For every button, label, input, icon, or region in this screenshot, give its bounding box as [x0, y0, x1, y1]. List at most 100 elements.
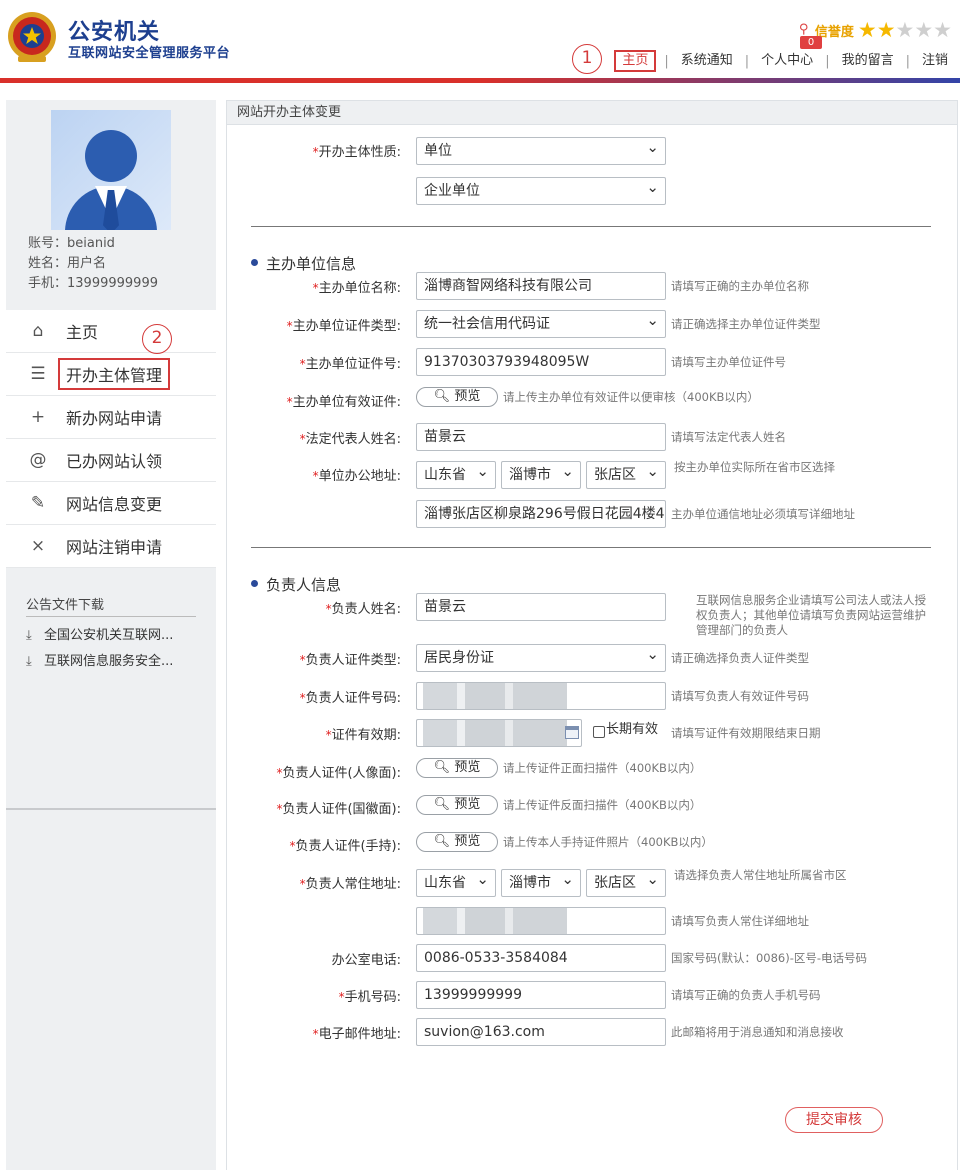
nature-select[interactable]: 单位 [416, 137, 666, 165]
home-province-select[interactable]: 山东省 [416, 869, 496, 897]
download-icon: ⤓ [26, 654, 32, 669]
sidebar-item-entity-management[interactable]: ☰ 开办主体管理 [6, 353, 216, 396]
sidebar-item-label: 网站信息变更 [66, 495, 163, 514]
sidebar-item-change-site[interactable]: ✎ 网站信息变更 [6, 482, 216, 525]
download-title: 公告文件下载 [26, 598, 105, 613]
cert-hand-hint: 请上传本人手持证件照片（400KB以内） [503, 835, 713, 849]
sidebar-item-cancel-site[interactable]: × 网站注销申请 [6, 525, 216, 568]
header: 公安机关 互联网站安全管理服务平台 ⚲ 信誉度 ★ ★ ★ ★ ★ 0 主页 |… [0, 0, 960, 83]
office-address-hint: 按主办单位实际所在省市区选择 [674, 460, 835, 474]
office-province-select[interactable]: 山东省 [416, 461, 496, 489]
at-icon: @ [29, 450, 47, 470]
sidebar: 账号：beianid 姓名：用户名 手机：13999999999 ⌂ 主页 ☰ … [6, 100, 216, 1170]
sponsor-idtype-select[interactable]: 统一社会信用代码证 [416, 310, 666, 338]
owner-idtype-label: *负责人证件类型: [299, 653, 401, 668]
list-icon: ☰ [30, 364, 46, 384]
mobile-hint: 请填写正确的负责人手机号码 [671, 988, 821, 1002]
owner-section-title: 负责人信息 [251, 574, 341, 595]
cert-back-label: *负责人证件(国徽面): [276, 802, 401, 817]
download-link[interactable]: ⤓ 全国公安机关互联网... [26, 624, 173, 643]
office-tel-hint: 国家号码(默认：0086)-区号-电话号码 [671, 951, 868, 965]
home-city-select[interactable]: 淄博市 [501, 869, 581, 897]
owner-name-label: *负责人姓名: [325, 602, 401, 617]
owner-idtype-hint: 请正确选择负责人证件类型 [671, 651, 809, 665]
owner-idno-label: *负责人证件号码: [299, 691, 401, 706]
nav-home[interactable]: 主页 [614, 50, 657, 72]
home-district-select[interactable]: 张店区 [586, 869, 666, 897]
nav-separator: | [825, 53, 830, 69]
edit-icon: ✎ [30, 493, 46, 513]
office-address-detail-input[interactable]: 淄博张店区柳泉路296号假日花园4楼4 [416, 500, 666, 528]
mobile-input[interactable]: 13999999999 [416, 981, 666, 1009]
office-district-select[interactable]: 张店区 [586, 461, 666, 489]
validity-hint: 请填写证件有效期限结束日期 [671, 726, 821, 740]
owner-name-input[interactable]: 苗景云 [416, 593, 666, 621]
star-icon: ★ [857, 18, 877, 42]
sidebar-item-label: 网站注销申请 [66, 538, 163, 557]
home-icon: ⌂ [32, 321, 44, 341]
sponsor-idtype-hint: 请正确选择主办单位证件类型 [671, 317, 821, 331]
cert-hand-label: *负责人证件(手持): [289, 839, 401, 854]
office-tel-input[interactable]: 0086-0533-3584084 [416, 944, 666, 972]
office-tel-label: 办公室电话: [331, 953, 401, 968]
legal-rep-input[interactable]: 苗景云 [416, 423, 666, 451]
phone-info: 手机：13999999999 [28, 276, 158, 291]
top-nav: 主页 | 系统通知 | 个人中心 | 我的留言 | 注销 [614, 50, 952, 72]
email-input[interactable]: suvion@163.com [416, 1018, 666, 1046]
sponsor-cert-hint: 请上传主办单位有效证件以便审核（400KB以内） [503, 390, 759, 404]
longterm-label: 长期有效 [606, 722, 659, 737]
sidebar-item-home[interactable]: ⌂ 主页 [6, 310, 216, 353]
sponsor-cert-preview-button[interactable]: 🔍︎ 预览 [416, 387, 498, 407]
sponsor-idno-label: *主办单位证件号: [299, 357, 401, 372]
mobile-label: *手机号码: [338, 990, 401, 1005]
nav-personal-center[interactable]: 个人中心 [757, 51, 817, 71]
nav-logout[interactable]: 注销 [918, 51, 952, 71]
cert-front-label: *负责人证件(人像面): [276, 766, 401, 781]
sidebar-item-label: 新办网站申请 [66, 409, 163, 428]
cert-back-hint: 请上传证件反面扫描件（400KB以内） [503, 798, 702, 812]
owner-idno-input[interactable] [416, 682, 666, 710]
sidebar-item-new-site[interactable]: + 新办网站申请 [6, 396, 216, 439]
legal-rep-hint: 请填写法定代表人姓名 [671, 430, 786, 444]
owner-name-hint: 互联网信息服务企业请填写公司法人或法人授权负责人；其他单位请填写负责网站运营维护… [696, 593, 926, 637]
magnifier-icon: 🔍︎ [433, 760, 455, 775]
sponsor-name-input[interactable]: 淄博商智网络科技有限公司 [416, 272, 666, 300]
sidebar-item-claim-site[interactable]: @ 已办网站认领 [6, 439, 216, 482]
sponsor-cert-label: *主办单位有效证件: [286, 395, 401, 410]
nav-system-notice[interactable]: 系统通知 [677, 51, 737, 71]
panel-title: 网站开办主体变更 [227, 101, 957, 125]
download-link[interactable]: ⤓ 互联网信息服务安全... [26, 650, 173, 669]
divider [251, 226, 931, 227]
plus-icon: + [30, 407, 46, 427]
divider [251, 547, 931, 548]
email-label: *电子邮件地址: [312, 1027, 401, 1042]
validity-date-input[interactable] [416, 719, 582, 747]
home-address-detail-hint: 请填写负责人常住详细地址 [671, 914, 809, 928]
download-section: 公告文件下载 ⤓ 全国公安机关互联网... ⤓ 互联网信息服务安全... [6, 570, 216, 810]
submit-review-button[interactable]: 提交审核 [785, 1107, 883, 1133]
annotation-marker-1: 1 [572, 44, 602, 74]
entity-change-panel: 网站开办主体变更 *开办主体性质: 单位 企业单位 主办单位信息 *主办单位名称… [226, 100, 958, 1170]
nature-sub-select[interactable]: 企业单位 [416, 177, 666, 205]
magnifier-icon: 🔍︎ [433, 834, 455, 849]
calendar-icon[interactable] [565, 726, 579, 739]
office-address-detail-hint: 主办单位通信地址必须填写详细地址 [671, 507, 855, 521]
home-address-hint: 请选择负责人常住地址所属省市区 [674, 868, 847, 882]
owner-idtype-select[interactable]: 居民身份证 [416, 644, 666, 672]
home-address-label: *负责人常住地址: [299, 877, 401, 892]
cert-back-preview-button[interactable]: 🔍︎ 预览 [416, 795, 498, 815]
star-icon: ★ [876, 18, 896, 42]
nav-my-messages[interactable]: 我的留言 [838, 51, 898, 71]
cert-hand-preview-button[interactable]: 🔍︎ 预览 [416, 832, 498, 852]
office-city-select[interactable]: 淄博市 [501, 461, 581, 489]
close-icon: × [30, 536, 46, 556]
account-info: 账号：beianid [28, 236, 115, 251]
cert-front-preview-button[interactable]: 🔍︎ 预览 [416, 758, 498, 778]
longterm-checkbox[interactable] [593, 726, 605, 738]
sponsor-idno-input[interactable]: 91370303793948095W [416, 348, 666, 376]
home-address-detail-input[interactable] [416, 907, 666, 935]
star-icon: ★ [933, 18, 952, 42]
nav-separator: | [905, 53, 910, 69]
nav-separator: | [744, 53, 750, 69]
credit-stars: ★ ★ ★ ★ ★ [857, 18, 952, 42]
